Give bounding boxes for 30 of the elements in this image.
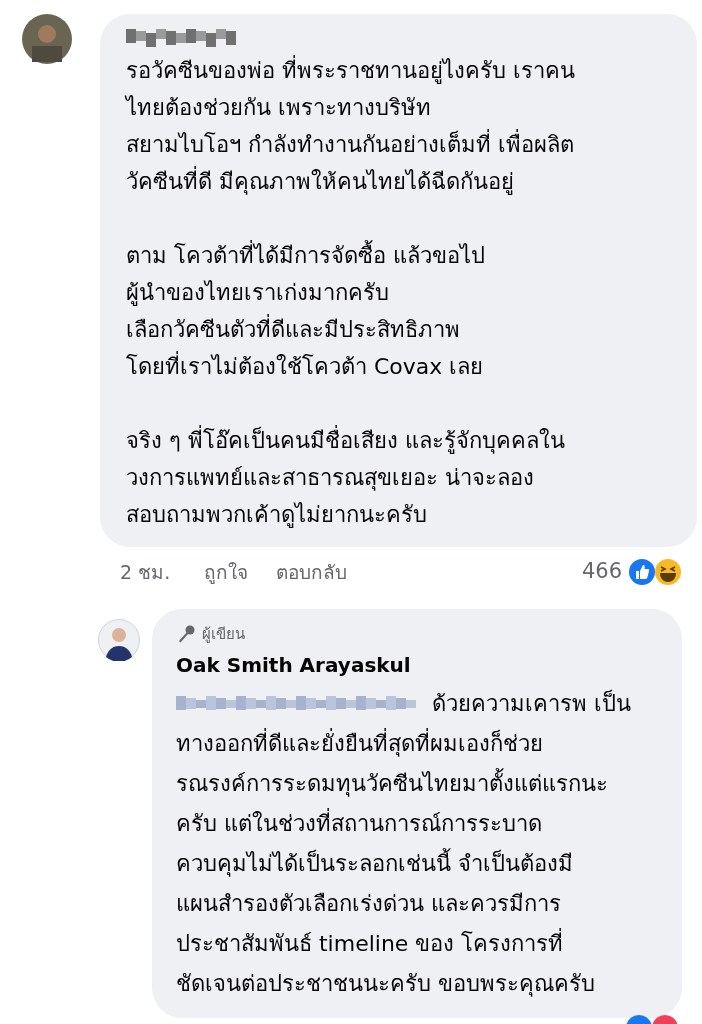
reply-text: รณรงค์การระดมทุนวัคซีนไทยมาตั้งแต่แรกนะ [176, 767, 608, 799]
action-link[interactable]: ตอบกลับ [276, 557, 348, 587]
comment-text: ไทยต้องช่วยกัน เพราะทางบริษัท [126, 94, 432, 122]
microphone-icon [176, 624, 196, 645]
reply-text: ชัดเจนต่อประชาชนนะครับ ขอบพระคุณครับ [176, 969, 595, 999]
reply-text: ด้วยความเคารพ เป็น [432, 688, 631, 718]
like-icon [628, 558, 656, 586]
comment-text: สอบถามพวกเค้าดูไม่ยากนะครับ [126, 501, 428, 530]
reaction-count: 466 [581, 558, 622, 586]
author-label: ผู้เขียน [202, 624, 245, 645]
avatar[interactable] [22, 14, 72, 64]
action-link[interactable]: ถูกใจ [204, 557, 249, 587]
timestamp: 2 ชม. [120, 559, 171, 585]
comment-text: รอวัคซีนของพ่อ ที่พระราชทานอยู่ไงครับ เราคน [126, 52, 671, 89]
comment-text: ตาม โควต้าที่ได้มีการจัดซื้อ แล้วขอไป [126, 237, 671, 274]
author-name[interactable]: Oak Smith Arayaskul [176, 649, 658, 680]
comment-text: เลือกวัคซีนตัวที่ดีและมีประสิทธิภาพ [126, 311, 671, 348]
comment-text: วัคซีนที่ดี มีคุณภาพให้คนไทยได้ฉีดกันอยู่ [126, 163, 671, 200]
comment-text: ผู้นำของไทยเราเก่งมากครับ [126, 279, 390, 308]
comment-text: วงการแพทย์และสาธารณสุขเยอะ น่าจะลอง [126, 464, 535, 493]
reply-text: ควบคุมไม่ได้เป็นระลอกเช่นนี้ จำเป็นต้องมี [176, 847, 573, 879]
laugh-icon [654, 558, 682, 586]
comment-text: จริง ๆ พี่โอ๊คเป็นคนมีชื่อเสียง และรู้จักบุคคลใน [126, 422, 671, 459]
reply-text: ทางออกที่ดีและยั่งยืนที่สุดที่ผมเองก็ช่วย [176, 727, 543, 759]
reply-text: ประชาสัมพันธ์ timeline ของ โครงการที่ [176, 927, 564, 958]
reply-text: ครับ แต่ในช่วงที่สถานการณ์การระบาด [176, 807, 542, 838]
comment-text: สยามไบโอฯ กำลังทำงานกันอย่างเต็มที่ เพื่อผลิต [126, 126, 671, 163]
avatar[interactable] [98, 619, 140, 661]
comment-text: โดยที่เราไม่ต้องใช้โควต้า Covax เลย [126, 348, 671, 385]
reply-text: แผนสำรองตัวเลือกเร่งด่วน และควรมีการ [176, 889, 561, 918]
